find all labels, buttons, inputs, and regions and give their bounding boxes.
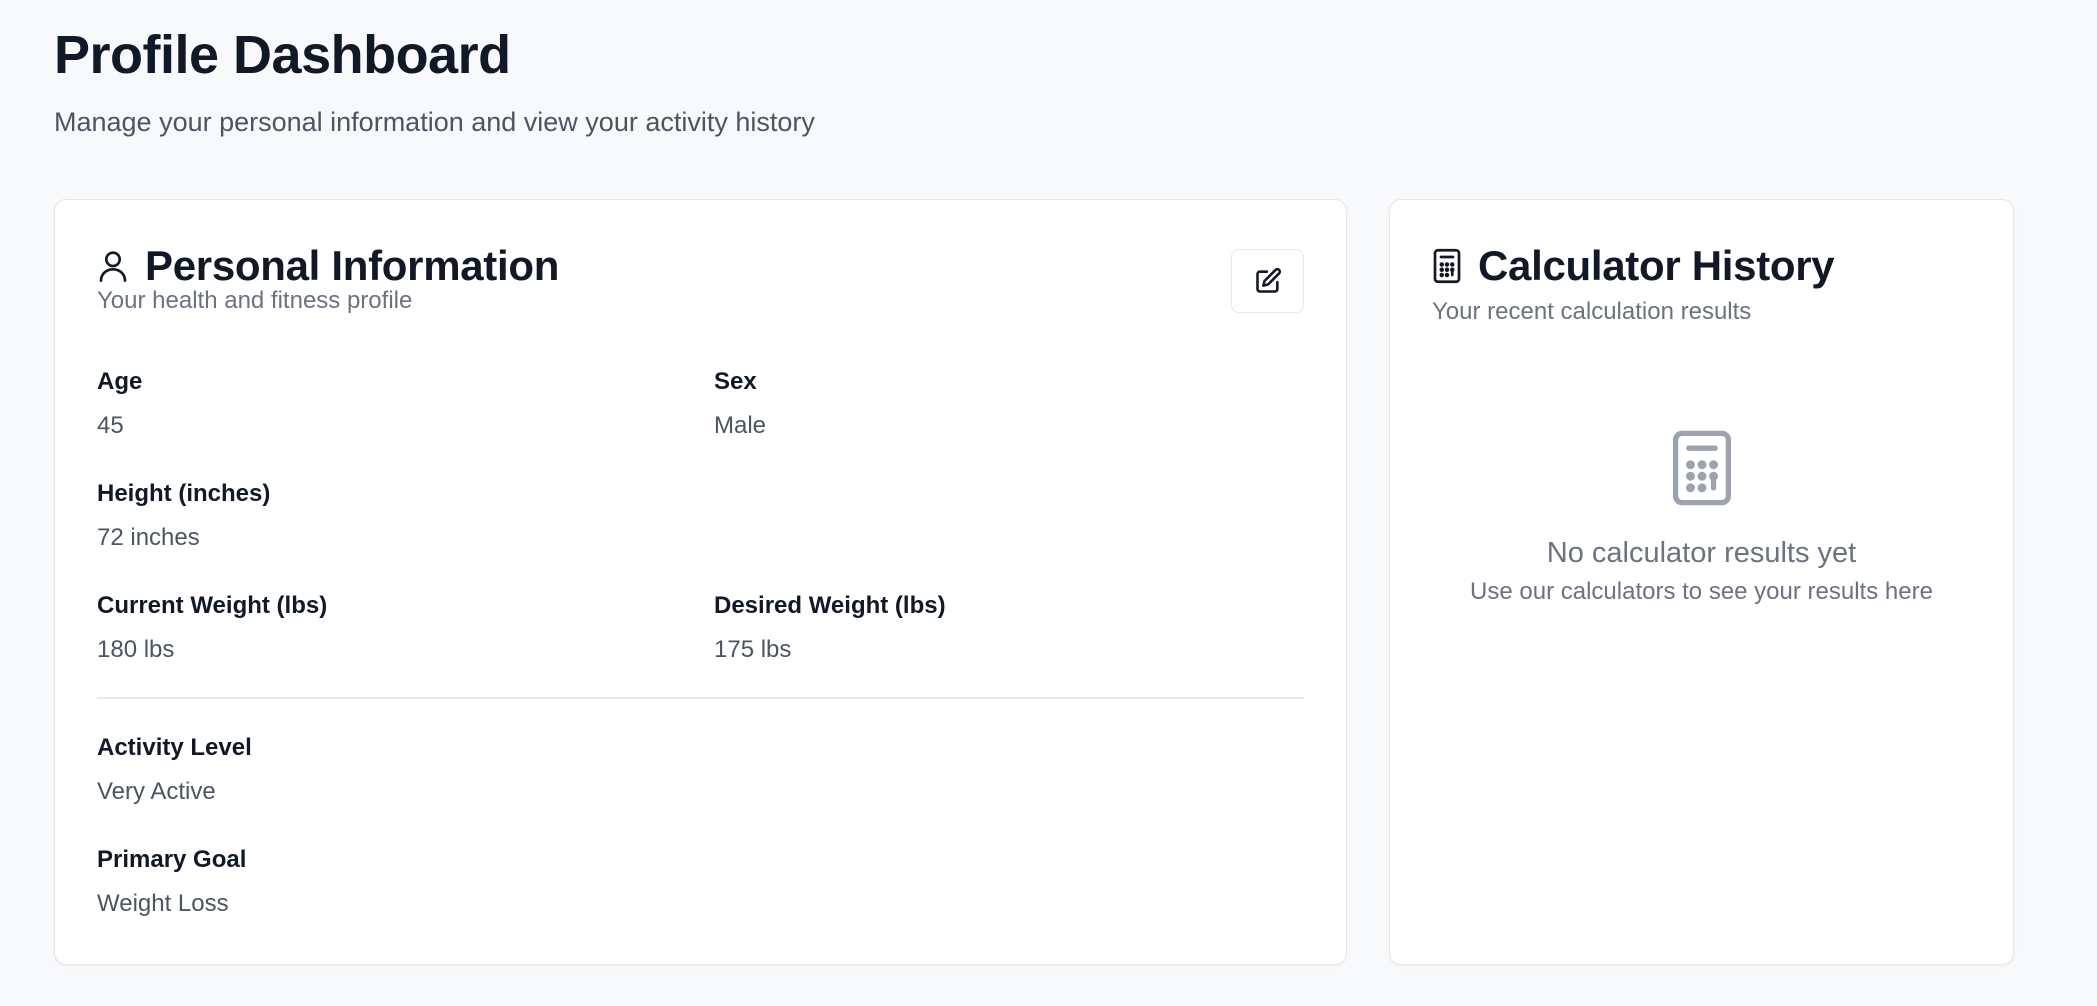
field-value: 72 inches xyxy=(97,524,200,551)
edit-icon xyxy=(1254,267,1282,295)
personal-card-description: Your health and fitness profile xyxy=(97,287,413,314)
field-value: 175 lbs xyxy=(714,636,792,663)
field-desired-weight: Desired Weight (lbs) 175 lbs xyxy=(714,590,946,666)
calculator-history-card: Calculator History Your recent calculati… xyxy=(1389,199,2014,965)
profile-dashboard-page: Profile Dashboard Manage your personal i… xyxy=(0,0,2097,1006)
field-value: 180 lbs xyxy=(97,636,175,663)
field-label: Sex xyxy=(714,368,757,395)
field-label: Desired Weight (lbs) xyxy=(714,592,946,619)
field-primary-goal: Primary Goal Weight Loss xyxy=(97,844,246,920)
field-label: Activity Level xyxy=(97,734,252,761)
field-value: Very Active xyxy=(97,778,216,805)
history-card-title: Calculator History xyxy=(1478,242,1835,289)
history-card-header: Calculator History xyxy=(1432,239,1835,293)
edit-profile-button[interactable] xyxy=(1231,249,1304,313)
field-height: Height (inches) 72 inches xyxy=(97,478,270,554)
page-title: Profile Dashboard xyxy=(54,25,511,85)
section-divider xyxy=(97,697,1304,699)
personal-information-card: Personal Information Your health and fit… xyxy=(54,199,1347,965)
field-label: Height (inches) xyxy=(97,480,271,507)
empty-state: No calculator results yet Use our calcul… xyxy=(1390,428,2013,608)
calculator-icon xyxy=(1432,248,1462,284)
field-sex: Sex Male xyxy=(714,366,766,442)
history-card-description: Your recent calculation results xyxy=(1432,298,1752,325)
field-label: Primary Goal xyxy=(97,846,247,873)
field-activity-level: Activity Level Very Active xyxy=(97,732,252,808)
field-value: Weight Loss xyxy=(97,890,229,917)
field-label: Current Weight (lbs) xyxy=(97,592,328,619)
field-age: Age 45 xyxy=(97,366,142,442)
empty-state-description: Use our calculators to see your results … xyxy=(1470,578,1933,605)
field-value: Male xyxy=(714,412,767,439)
field-value: 45 xyxy=(97,412,124,439)
field-label: Age xyxy=(97,368,143,395)
page-subtitle: Manage your personal information and vie… xyxy=(54,107,815,137)
empty-state-title: No calculator results yet xyxy=(1546,537,1857,569)
field-current-weight: Current Weight (lbs) 180 lbs xyxy=(97,590,327,666)
calculator-icon xyxy=(1669,428,1735,508)
user-icon xyxy=(97,248,129,284)
